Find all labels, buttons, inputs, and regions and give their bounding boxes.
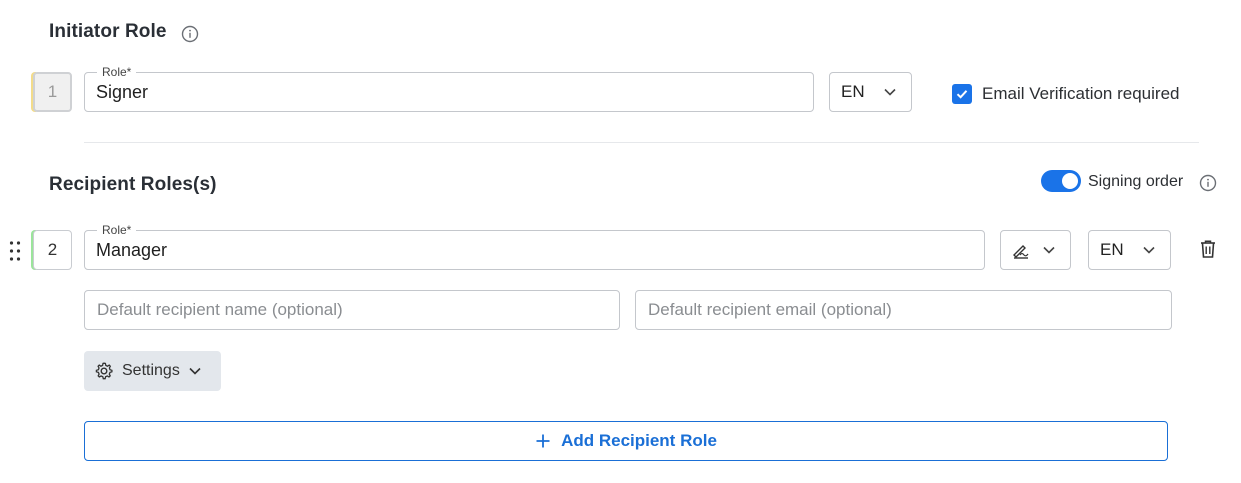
role-field-label: Role* xyxy=(97,223,137,237)
chevron-down-icon xyxy=(188,364,202,378)
initiator-order-number: 1 xyxy=(33,72,72,112)
role-field-value: Manager xyxy=(96,240,168,260)
plus-icon xyxy=(535,433,551,449)
signing-order-toggle[interactable] xyxy=(1041,170,1081,192)
chevron-down-icon xyxy=(1042,243,1056,257)
chevron-down-icon xyxy=(883,85,897,99)
add-recipient-role-label: Add Recipient Role xyxy=(561,431,717,450)
recipient-action-select[interactable] xyxy=(1000,230,1071,270)
check-icon xyxy=(956,90,968,99)
info-icon[interactable] xyxy=(1199,174,1217,192)
email-verification-checkbox[interactable] xyxy=(952,84,972,104)
gear-icon xyxy=(94,361,114,381)
language-value: EN xyxy=(841,82,865,101)
name-placeholder: Default recipient name (optional) xyxy=(97,300,343,319)
add-recipient-role-button[interactable]: Add Recipient Role xyxy=(84,421,1168,461)
toggle-knob xyxy=(1062,173,1078,189)
chevron-down-icon xyxy=(1142,243,1156,257)
settings-button[interactable]: Settings xyxy=(84,351,221,391)
default-recipient-name-input[interactable]: Default recipient name (optional) xyxy=(84,290,620,330)
settings-label: Settings xyxy=(122,362,180,379)
recipient-order-number[interactable]: 2 xyxy=(33,230,72,270)
email-placeholder: Default recipient email (optional) xyxy=(648,300,892,319)
email-verification-label: Email Verification required xyxy=(982,84,1180,103)
recipient-language-select[interactable]: EN xyxy=(1088,230,1171,270)
section-divider xyxy=(84,142,1199,143)
role-field-value: Signer xyxy=(96,82,149,102)
recipient-role-field[interactable]: Role* Manager xyxy=(84,223,985,270)
signature-icon xyxy=(1011,240,1031,260)
drag-handle-icon[interactable] xyxy=(9,239,21,263)
trash-icon[interactable] xyxy=(1199,239,1217,259)
info-icon[interactable] xyxy=(181,25,199,43)
initiator-role-field[interactable]: Role* Signer xyxy=(84,65,814,112)
default-recipient-email-input[interactable]: Default recipient email (optional) xyxy=(635,290,1172,330)
signing-order-label: Signing order xyxy=(1088,173,1184,190)
role-field-label: Role* xyxy=(97,65,137,79)
initiator-role-title: Initiator Role xyxy=(49,21,167,42)
recipient-roles-title: Recipient Roles(s) xyxy=(49,174,217,195)
initiator-language-select[interactable]: EN xyxy=(829,72,912,112)
language-value: EN xyxy=(1100,240,1124,259)
